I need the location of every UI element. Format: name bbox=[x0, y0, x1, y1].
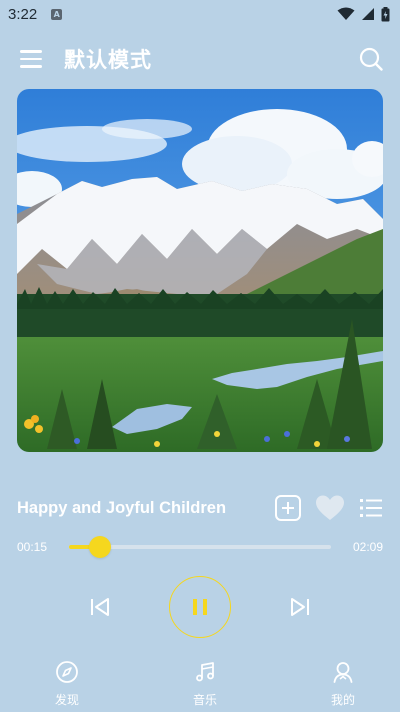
status-bar: 3:22 A bbox=[0, 0, 400, 28]
playlist-icon[interactable] bbox=[359, 497, 383, 519]
album-cover-image bbox=[17, 89, 383, 452]
notification-app-icon: A bbox=[51, 8, 63, 20]
status-icons bbox=[337, 6, 390, 22]
status-time: 3:22 bbox=[8, 5, 38, 23]
add-to-playlist-button[interactable] bbox=[275, 495, 301, 521]
elapsed-time: 00:15 bbox=[17, 540, 48, 554]
next-track-icon[interactable] bbox=[287, 594, 313, 620]
pause-icon bbox=[193, 599, 207, 615]
song-actions bbox=[275, 494, 383, 522]
nav-item-mine[interactable]: 我的 bbox=[326, 660, 360, 712]
compass-icon bbox=[56, 661, 78, 683]
person-icon bbox=[333, 662, 353, 683]
playback-controls bbox=[0, 576, 400, 638]
nav-item-discover[interactable]: 发现 bbox=[50, 660, 84, 712]
progress-slider[interactable] bbox=[69, 536, 331, 558]
menu-icon[interactable] bbox=[20, 47, 44, 71]
nav-label-music: 音乐 bbox=[192, 693, 217, 707]
music-note-icon bbox=[196, 662, 214, 682]
pause-button[interactable] bbox=[169, 576, 231, 638]
wifi-icon bbox=[337, 7, 355, 20]
heart-icon[interactable] bbox=[315, 494, 345, 522]
bottom-nav: 发现 音乐 我的 bbox=[0, 660, 400, 712]
progress-row: 00:15 02:09 bbox=[17, 536, 383, 558]
nav-label-discover: 发现 bbox=[54, 693, 79, 707]
signal-icon bbox=[362, 8, 374, 20]
battery-icon bbox=[381, 6, 390, 21]
page-title: 默认模式 bbox=[64, 48, 152, 72]
search-icon[interactable] bbox=[358, 46, 384, 72]
total-duration: 02:09 bbox=[352, 540, 383, 554]
nav-label-mine: 我的 bbox=[330, 693, 355, 707]
nav-item-music[interactable]: 音乐 bbox=[188, 660, 222, 712]
app-header: 默认模式 bbox=[0, 40, 400, 78]
song-info-row: Happy and Joyful Children bbox=[17, 492, 383, 524]
song-title: Happy and Joyful Children bbox=[17, 498, 227, 517]
progress-thumb[interactable] bbox=[89, 536, 112, 558]
previous-track-icon[interactable] bbox=[87, 594, 113, 620]
